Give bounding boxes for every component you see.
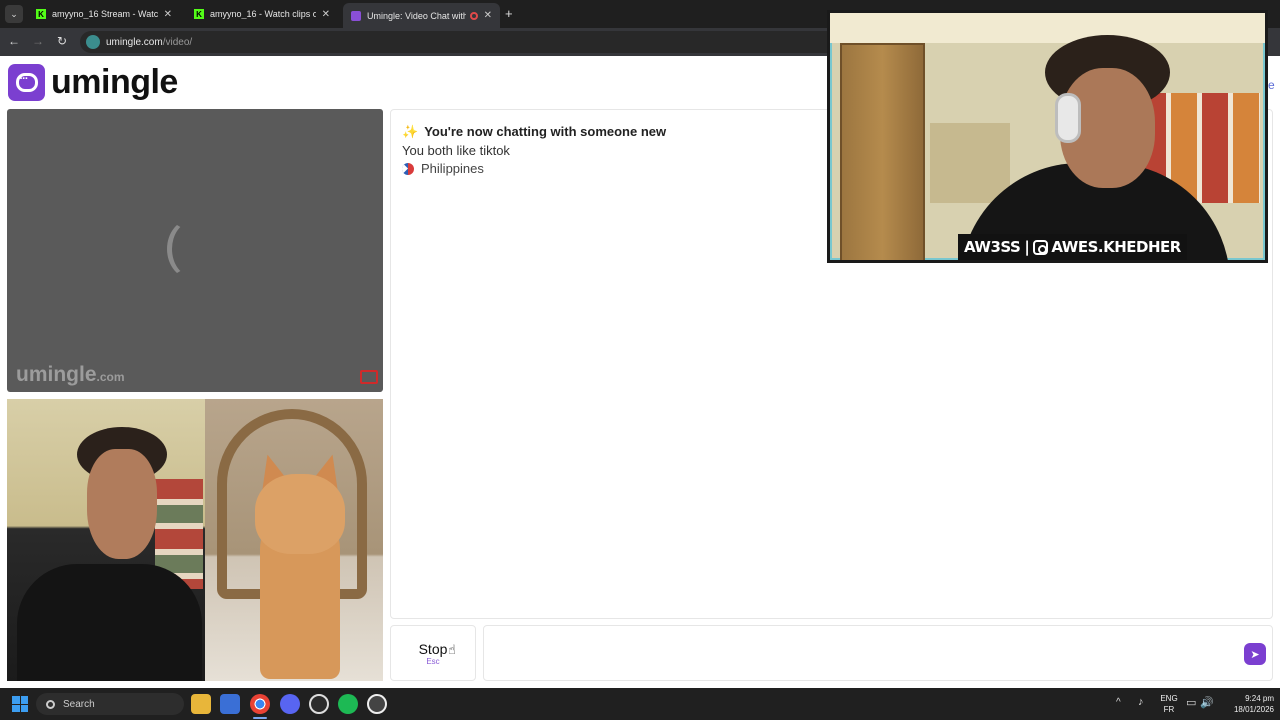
chrome-icon[interactable]	[250, 694, 270, 714]
back-icon[interactable]: ←	[6, 34, 22, 48]
tab-title: amyyno_16 Stream - Watch Live	[52, 9, 158, 19]
self-camera-feed	[7, 399, 205, 681]
logo-text: umingle	[51, 63, 178, 101]
recording-icon	[469, 11, 478, 20]
message-text: You're now chatting with someone new	[424, 124, 667, 139]
url-path: /video/	[162, 36, 193, 48]
watermark-suffix: .com	[96, 370, 125, 384]
loading-spinner-icon	[167, 219, 217, 279]
tab-kick-clips[interactable]: K amyyno_16 - Watch clips on Ki ✕	[186, 3, 338, 25]
stop-button[interactable]: Stop Esc	[390, 625, 476, 681]
umingle-icon	[351, 10, 361, 21]
stranger-video: umingle.com	[7, 109, 383, 392]
system-message-common-interest: You both like tiktok	[402, 143, 510, 158]
close-tab-icon[interactable]: ✕	[164, 9, 172, 20]
obs-icon[interactable]	[309, 694, 329, 714]
stop-label: Stop	[418, 641, 448, 657]
chat-bubble-icon	[8, 64, 45, 101]
sparkle-icon: ✨	[402, 124, 419, 139]
site-info-icon[interactable]	[86, 35, 100, 49]
app-icon[interactable]	[367, 694, 387, 714]
address-bar[interactable]: umingle.com/video/	[80, 31, 840, 53]
report-flag-icon[interactable]	[360, 370, 378, 384]
partially-hidden-link[interactable]: e	[1268, 78, 1275, 92]
country-text: Philippines	[421, 161, 484, 176]
url-host: umingle.com	[106, 36, 163, 48]
microphone-icon[interactable]: ♪	[1138, 696, 1144, 708]
video-watermark: umingle.com	[16, 363, 125, 387]
philippines-flag-icon	[402, 162, 414, 175]
reload-icon[interactable]: ↻	[54, 34, 70, 48]
clock-date: 18/01/2026	[1233, 705, 1274, 714]
headphones	[1055, 93, 1081, 143]
system-message-new-chat: ✨ You're now chatting with someone new	[402, 124, 666, 140]
store-icon[interactable]	[220, 694, 240, 714]
tab-umingle[interactable]: Umingle: Video Chat with S ✕	[343, 3, 500, 28]
language-indicator[interactable]: ENG FR	[1158, 693, 1180, 715]
tab-title: amyyno_16 - Watch clips on Ki	[210, 9, 316, 19]
clock-time: 9:24 pm	[1245, 694, 1274, 703]
message-input[interactable]: ➤	[483, 625, 1273, 681]
umingle-logo[interactable]: umingle	[8, 63, 178, 102]
windows-start-icon[interactable]	[12, 696, 28, 712]
file-explorer-icon[interactable]	[191, 694, 211, 714]
tab-title: Umingle: Video Chat with S	[367, 10, 466, 21]
spotify-icon[interactable]	[338, 694, 358, 714]
chevron-up-icon[interactable]: ^	[1116, 697, 1121, 708]
self-video	[7, 399, 383, 681]
hand-cursor-icon: ☝	[448, 642, 456, 657]
active-app-indicator	[253, 717, 267, 719]
streamer-webcam-overlay: AW3SS | AWES.KHEDHER	[827, 10, 1268, 263]
forward-icon[interactable]: →	[30, 34, 46, 48]
lang-top: ENG	[1160, 694, 1178, 703]
windows-taskbar: Search ^ ♪ ENG FR ▭🔊 9:24 pm 18/01/2026	[0, 688, 1280, 720]
send-icon[interactable]: ➤	[1244, 643, 1266, 665]
taskbar-clock[interactable]: 9:24 pm 18/01/2026	[1222, 693, 1274, 715]
handle-right: AWES.KHEDHER	[1051, 238, 1181, 256]
kick-icon: K	[194, 9, 204, 19]
kick-icon: K	[36, 9, 46, 19]
stop-shortcut-hint: Esc	[426, 657, 440, 666]
search-icon	[46, 699, 55, 709]
streamer-handle-banner: AW3SS | AWES.KHEDHER	[958, 234, 1187, 260]
tab-kick-stream[interactable]: K amyyno_16 Stream - Watch Live ✕	[28, 3, 180, 25]
lang-bottom: FR	[1163, 705, 1175, 714]
tab-list-chevron-icon[interactable]: ⌄	[5, 5, 23, 23]
cat-image	[205, 399, 383, 681]
new-tab-icon[interactable]: +	[505, 6, 513, 21]
system-tray-icons[interactable]: ▭🔊	[1186, 696, 1218, 709]
handle-left: AW3SS	[964, 238, 1021, 256]
discord-icon[interactable]	[280, 694, 300, 714]
close-tab-icon[interactable]: ✕	[484, 10, 492, 21]
taskbar-search[interactable]: Search	[36, 693, 184, 715]
watermark-text: umingle	[16, 363, 97, 386]
search-label: Search	[63, 698, 95, 710]
instagram-icon	[1033, 239, 1049, 255]
close-tab-icon[interactable]: ✕	[322, 9, 330, 20]
system-message-country: Philippines	[402, 161, 484, 176]
